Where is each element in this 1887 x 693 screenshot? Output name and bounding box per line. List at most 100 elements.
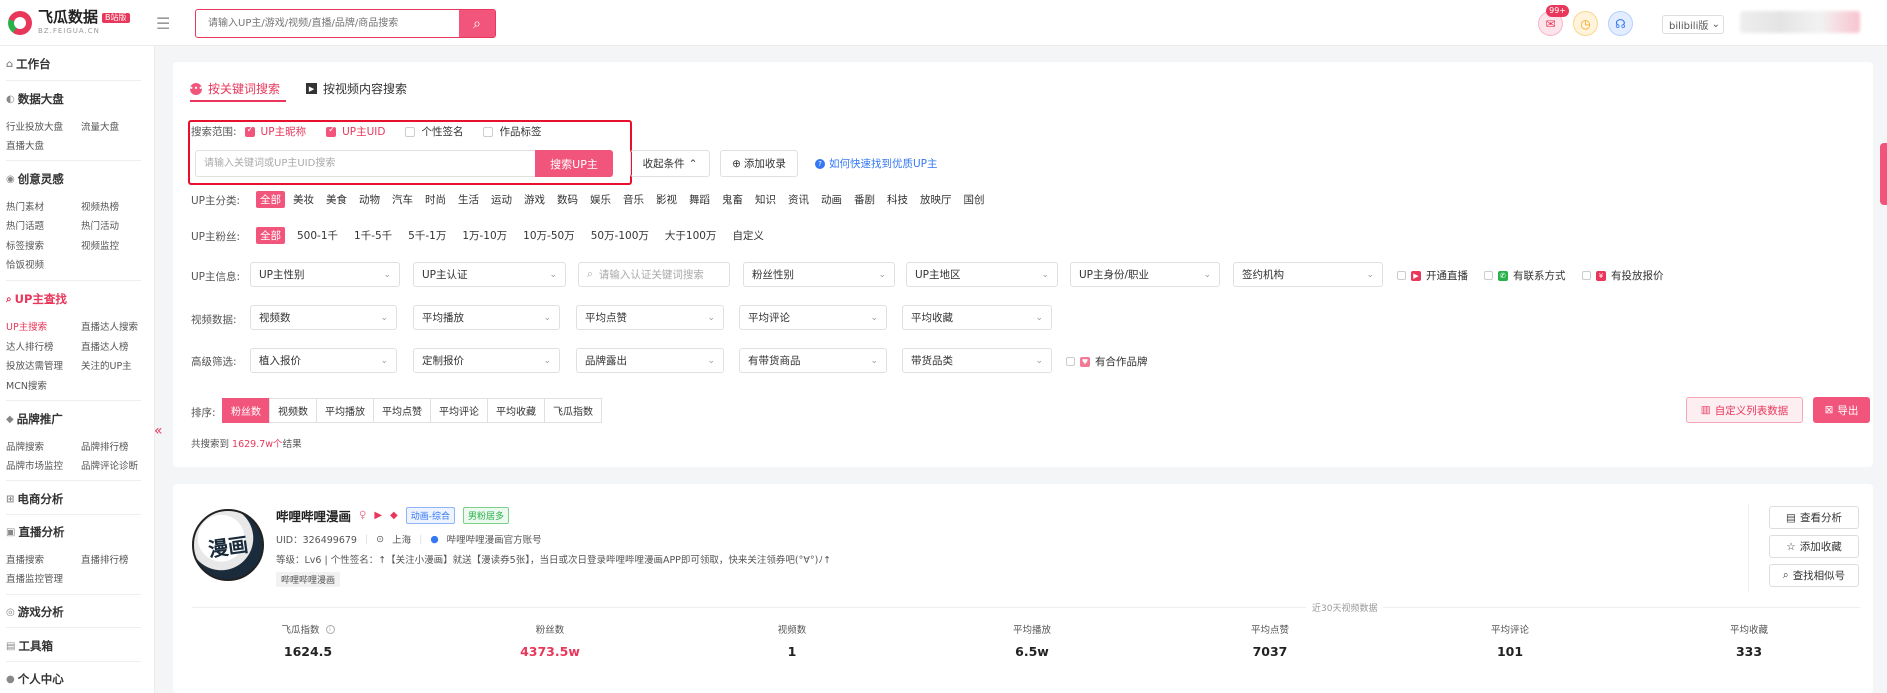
custom-columns-button[interactable]: ▥ 自定义列表数据 bbox=[1686, 397, 1803, 423]
avg-comment-select[interactable]: 平均评论 ⌄ bbox=[739, 305, 887, 330]
category-chip[interactable]: 全部 bbox=[256, 191, 285, 208]
agency-select[interactable]: 签约机构 ⌄ bbox=[1233, 262, 1383, 287]
sort-by-avg-like[interactable]: 平均点赞 bbox=[373, 398, 431, 423]
contact-checkbox[interactable]: ✆ 有联系方式 bbox=[1484, 268, 1566, 283]
user-account[interactable] bbox=[1740, 11, 1860, 33]
search-up-button[interactable]: 搜索UP主 bbox=[535, 150, 613, 177]
category-chip[interactable]: 美食 bbox=[322, 191, 351, 208]
sidebar-item-hot-activity[interactable]: 热门活动 bbox=[81, 218, 119, 232]
scroll-indicator[interactable] bbox=[1880, 143, 1887, 205]
coop-brand-checkbox[interactable]: ♥ 有合作品牌 bbox=[1066, 354, 1148, 369]
sidebar-item-up-search[interactable]: UP主搜索 bbox=[6, 319, 47, 333]
sidebar-item-video-hot[interactable]: 视频热榜 bbox=[81, 199, 119, 213]
history-button[interactable]: ◷ bbox=[1573, 11, 1598, 36]
sidebar-section-toolbox[interactable]: ▤ 工具箱 bbox=[6, 638, 53, 654]
sidebar-item-sponsored-video[interactable]: 恰饭视频 bbox=[6, 257, 44, 271]
scope-checkbox-signature[interactable]: 个性签名 bbox=[405, 124, 463, 139]
live-open-checkbox[interactable]: ▶ 开通直播 bbox=[1397, 268, 1468, 283]
has-goods-select[interactable]: 有带货商品 ⌄ bbox=[739, 348, 887, 373]
help-link[interactable]: ? 如何快速找到优质UP主 bbox=[815, 156, 938, 171]
global-search-button[interactable]: ⌕ bbox=[459, 10, 495, 37]
verify-keyword-input[interactable]: ⌕ 请输入认证关键词搜索 bbox=[578, 262, 730, 287]
platform-select[interactable]: bilibili版 ⌄ bbox=[1662, 15, 1724, 34]
sidebar-item-placement-mgmt[interactable]: 投放达需管理 bbox=[6, 358, 63, 372]
brand-exposure-select[interactable]: 品牌露出 ⌄ bbox=[576, 348, 724, 373]
video-count-select[interactable]: 视频数 ⌄ bbox=[250, 305, 397, 330]
category-chip[interactable]: 美妆 bbox=[289, 191, 318, 208]
add-collection-button[interactable]: ☆ 添加收藏 bbox=[1769, 535, 1859, 558]
support-button[interactable]: ☊ bbox=[1608, 11, 1633, 36]
category-chip[interactable]: 放映厅 bbox=[916, 191, 956, 208]
sort-by-fans[interactable]: 粉丝数 bbox=[222, 398, 270, 423]
sidebar-item-hot-topic[interactable]: 热门话题 bbox=[6, 218, 44, 232]
sidebar-section-up-finder[interactable]: ⌕ UP主查找 bbox=[6, 291, 67, 307]
message-button[interactable]: ✉ 99+ bbox=[1538, 5, 1569, 36]
avg-like-select[interactable]: 平均点赞 ⌄ bbox=[576, 305, 724, 330]
fans-chip[interactable]: 大于100万 bbox=[661, 227, 721, 244]
sidebar-item-tag-search[interactable]: 标签搜索 bbox=[6, 238, 44, 252]
sort-by-videos[interactable]: 视频数 bbox=[269, 398, 317, 423]
quote-checkbox[interactable]: ¥ 有投放报价 bbox=[1582, 268, 1664, 283]
info-icon[interactable]: i bbox=[325, 624, 335, 634]
category-chip[interactable]: 舞蹈 bbox=[685, 191, 714, 208]
sidebar-section-brand[interactable]: ◆ 品牌推广 bbox=[6, 411, 63, 427]
sidebar-item-brand-search[interactable]: 品牌搜索 bbox=[6, 439, 44, 453]
sidebar-section-workbench[interactable]: ⌂ 工作台 bbox=[6, 56, 51, 72]
scope-checkbox-nickname[interactable]: UP主昵称 bbox=[244, 124, 306, 139]
sidebar-item-traffic[interactable]: 流量大盘 bbox=[81, 119, 119, 133]
sidebar-item-followed-up[interactable]: 关注的UP主 bbox=[81, 358, 132, 372]
category-chip[interactable]: 娱乐 bbox=[586, 191, 615, 208]
category-chip[interactable]: 数码 bbox=[553, 191, 582, 208]
fans-chip[interactable]: 500-1千 bbox=[293, 227, 342, 244]
up-verify-select[interactable]: UP主认证 ⌄ bbox=[413, 262, 566, 287]
collapse-conditions-button[interactable]: 收起条件 ⌃ bbox=[630, 150, 710, 177]
category-chip[interactable]: 鬼畜 bbox=[718, 191, 747, 208]
view-analysis-button[interactable]: ▤ 查看分析 bbox=[1769, 506, 1859, 529]
up-region-select[interactable]: UP主地区 ⌄ bbox=[906, 262, 1058, 287]
keyword-search-input[interactable]: 请输入关键词或UP主UID搜索 bbox=[195, 150, 535, 177]
sidebar-item-live-talent-rank[interactable]: 直播达人榜 bbox=[81, 339, 129, 353]
scope-checkbox-uid[interactable]: UP主UID bbox=[326, 124, 385, 139]
sidebar-item-brand-rank[interactable]: 品牌排行榜 bbox=[81, 439, 129, 453]
up-name[interactable]: 哔哩哔哩漫画 ♀ ▶ ◆ 动画-综合 男粉居多 bbox=[276, 506, 510, 525]
category-chip[interactable]: 动物 bbox=[355, 191, 384, 208]
category-chip[interactable]: 动画 bbox=[817, 191, 846, 208]
avg-play-select[interactable]: 平均播放 ⌄ bbox=[413, 305, 560, 330]
sidebar-section-inspiration[interactable]: ◉ 创意灵感 bbox=[6, 171, 64, 187]
sidebar-section-dashboard[interactable]: ◐ 数据大盘 bbox=[6, 91, 64, 107]
sort-by-avg-favorite[interactable]: 平均收藏 bbox=[487, 398, 545, 423]
sort-by-avg-play[interactable]: 平均播放 bbox=[316, 398, 374, 423]
up-gender-select[interactable]: UP主性别 ⌄ bbox=[250, 262, 400, 287]
category-chip[interactable]: 资讯 bbox=[784, 191, 813, 208]
category-chip[interactable]: 汽车 bbox=[388, 191, 417, 208]
sidebar-item-live-monitor[interactable]: 直播监控管理 bbox=[6, 571, 63, 585]
sidebar-item-live-search[interactable]: 直播搜索 bbox=[6, 552, 44, 566]
sidebar-section-game[interactable]: ◎ 游戏分析 bbox=[6, 604, 64, 620]
sidebar-item-hot-material[interactable]: 热门素材 bbox=[6, 199, 44, 213]
category-chip[interactable]: 游戏 bbox=[520, 191, 549, 208]
sidebar-item-industry[interactable]: 行业投放大盘 bbox=[6, 119, 63, 133]
sidebar-item-talent-rank[interactable]: 达人排行榜 bbox=[6, 339, 54, 353]
find-similar-button[interactable]: ⌕ 查找相似号 bbox=[1769, 564, 1859, 587]
sidebar-item-live-rank[interactable]: 直播排行榜 bbox=[81, 552, 129, 566]
tab-keyword-search[interactable]: ••• 按关键词搜索 bbox=[189, 80, 280, 97]
sidebar-section-profile[interactable]: ● 个人中心 bbox=[6, 671, 64, 687]
sidebar-section-live[interactable]: ▣ 直播分析 bbox=[6, 524, 64, 540]
fans-chip[interactable]: 1万-10万 bbox=[458, 227, 511, 244]
sort-by-avg-comment[interactable]: 平均评论 bbox=[430, 398, 488, 423]
category-chip[interactable]: 音乐 bbox=[619, 191, 648, 208]
sidebar-item-brand-comment[interactable]: 品牌评论诊断 bbox=[81, 458, 138, 472]
global-search-input[interactable] bbox=[196, 10, 459, 37]
custom-price-select[interactable]: 定制报价 ⌄ bbox=[413, 348, 560, 373]
category-chip[interactable]: 国创 bbox=[960, 191, 989, 208]
logo[interactable]: 飞瓜数据 B站版 BZ.FEIGUA.CN bbox=[8, 10, 130, 35]
fans-chip[interactable]: 全部 bbox=[256, 227, 285, 244]
category-chip[interactable]: 运动 bbox=[487, 191, 516, 208]
category-chip[interactable]: 生活 bbox=[454, 191, 483, 208]
placement-price-select[interactable]: 植入报价 ⌄ bbox=[250, 348, 397, 373]
category-chip[interactable]: 科技 bbox=[883, 191, 912, 208]
sort-by-feigua-index[interactable]: 飞瓜指数 bbox=[544, 398, 602, 423]
sidebar-item-video-monitor[interactable]: 视频监控 bbox=[81, 238, 119, 252]
sidebar-item-brand-monitor[interactable]: 品牌市场监控 bbox=[6, 458, 63, 472]
fans-chip[interactable]: 自定义 bbox=[728, 227, 768, 244]
